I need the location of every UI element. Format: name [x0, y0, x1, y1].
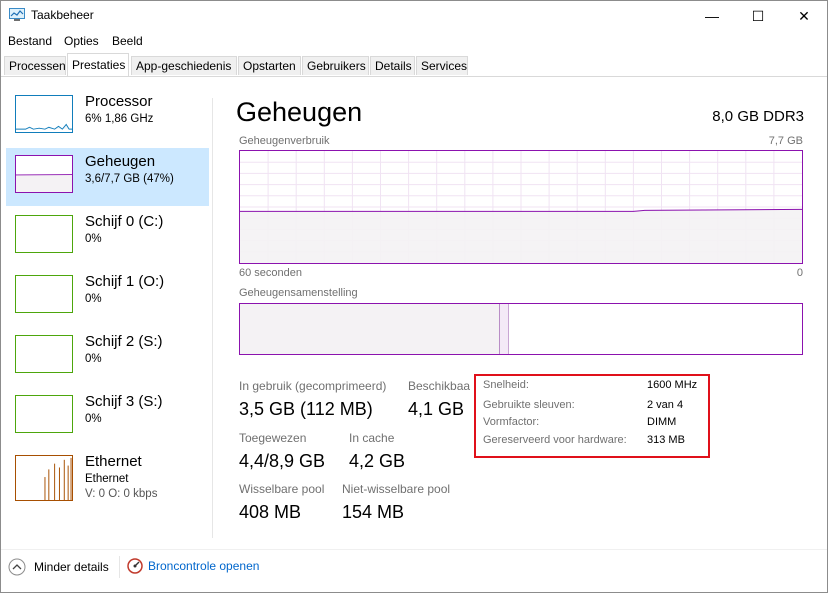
sidebar-item-geheugen[interactable]: Geheugen 3,6/7,7 GB (47%): [6, 148, 209, 206]
graph-time-left: 60 seconden: [239, 267, 302, 279]
form-factor-value: DIMM: [647, 416, 677, 428]
sidebar-item-value: 6% 1,86 GHz: [85, 113, 154, 125]
graph-time-right: 0: [796, 267, 803, 279]
sidebar-item-ethernet[interactable]: Ethernet Ethernet V: 0 O: 0 kbps: [6, 448, 209, 506]
chevron-up-icon: [8, 558, 26, 576]
sidebar-item-label: Schijf 0 (C:): [85, 213, 164, 230]
tab-opstarten[interactable]: Opstarten: [238, 56, 301, 75]
tab-services[interactable]: Services: [416, 56, 468, 75]
resource-monitor-icon: [127, 558, 143, 574]
ethernet-thumbnail: [15, 455, 73, 501]
cached-value: 4,2 GB: [349, 451, 406, 471]
disk-thumbnail: [15, 215, 73, 253]
sidebar-item-value: 0%: [85, 413, 102, 425]
tab-processen[interactable]: Processen: [4, 56, 66, 75]
sidebar-item-label: Schijf 3 (S:): [85, 393, 163, 410]
sidebar-item-label: Schijf 1 (O:): [85, 273, 165, 290]
tab-prestaties[interactable]: Prestaties: [67, 53, 129, 76]
task-manager-icon: [9, 8, 25, 21]
disk-thumbnail: [15, 275, 73, 313]
in-use-value: 3,5 GB (112 MB): [239, 399, 373, 419]
maximize-button[interactable]: ☐: [735, 1, 781, 31]
resource-monitor-label: Broncontrole openen: [148, 559, 260, 573]
sidebar-item-schijf-0[interactable]: Schijf 0 (C:) 0%: [6, 208, 209, 266]
sidebar-item-processor[interactable]: Processor 6% 1,86 GHz: [6, 88, 209, 146]
memory-thumbnail: [15, 155, 73, 193]
sidebar-item-throughput: V: 0 O: 0 kbps: [85, 488, 158, 500]
sidebar-divider: [212, 98, 213, 538]
nonpaged-pool-label: Niet-wisselbare pool: [342, 482, 451, 496]
composition-label: Geheugensamenstelling: [239, 287, 358, 299]
resource-monitor-link[interactable]: Broncontrole openen: [127, 558, 259, 574]
page-title: Geheugen: [236, 97, 363, 127]
usage-graph-max: 7,7 GB: [768, 135, 803, 147]
minimize-button[interactable]: —: [689, 1, 735, 31]
cached-label: In cache: [349, 431, 395, 445]
usage-area: [240, 209, 802, 263]
sidebar-item-label: Geheugen: [85, 153, 156, 170]
fewer-details-label: Minder details: [34, 560, 109, 574]
close-button[interactable]: ✕: [781, 1, 827, 31]
sidebar-item-schijf-2[interactable]: Schijf 2 (S:) 0%: [6, 328, 209, 386]
committed-label: Toegewezen: [239, 431, 307, 445]
sidebar-item-schijf-3[interactable]: Schijf 3 (S:) 0%: [6, 388, 209, 446]
fewer-details-button[interactable]: Minder details: [8, 558, 109, 576]
menu-bestand[interactable]: Bestand: [8, 34, 52, 48]
nonpaged-pool-value: 154 MB: [342, 502, 405, 522]
disk-thumbnail: [15, 395, 73, 433]
speed-value: 1600 MHz: [647, 379, 698, 391]
available-value: 4,1 GB: [408, 399, 465, 419]
tab-app-geschiedenis[interactable]: App-geschiedenis: [131, 56, 237, 75]
window-title: Taakbeheer: [31, 8, 94, 22]
sidebar-item-value: 0%: [85, 353, 102, 365]
tab-details[interactable]: Details: [370, 56, 415, 75]
sidebar-item-value: 3,6/7,7 GB (47%): [85, 173, 174, 185]
sidebar-item-adapter: Ethernet: [85, 473, 129, 485]
slots-value: 2 van 4: [647, 399, 684, 411]
menu-opties[interactable]: Opties: [64, 34, 99, 48]
composition-in-use: [240, 304, 500, 354]
reserved-label: Gereserveerd voor hardware:: [483, 434, 627, 446]
paged-pool-label: Wisselbare pool: [239, 482, 325, 496]
disk-thumbnail: [15, 335, 73, 373]
sidebar-item-label: Processor: [85, 93, 153, 110]
memory-spec: 8,0 GB DDR3: [712, 108, 804, 125]
sidebar-item-schijf-1[interactable]: Schijf 1 (O:) 0%: [6, 268, 209, 326]
reserved-value: 313 MB: [647, 434, 685, 446]
processor-thumbnail: [15, 95, 73, 133]
available-label: Beschikbaar: [408, 379, 470, 393]
menu-beeld[interactable]: Beeld: [112, 34, 143, 48]
minimize-icon: —: [705, 8, 719, 24]
sidebar-item-value: 0%: [85, 233, 102, 245]
usage-graph-label: Geheugenverbruik: [239, 135, 330, 147]
paged-pool-value: 408 MB: [239, 502, 302, 522]
slots-label: Gebruikte sleuven:: [483, 399, 575, 411]
footer-separator: [119, 556, 120, 578]
sidebar-item-label: Ethernet: [85, 453, 142, 470]
tab-gebruikers[interactable]: Gebruikers: [302, 56, 369, 75]
footer-divider: [1, 549, 827, 550]
close-icon: ✕: [798, 7, 810, 24]
sidebar-item-label: Schijf 2 (S:): [85, 333, 163, 350]
committed-value: 4,4/8,9 GB: [239, 451, 326, 471]
composition-modified: [500, 304, 509, 354]
memory-composition-bar: [239, 303, 803, 355]
maximize-icon: ☐: [751, 7, 765, 24]
sidebar-item-value: 0%: [85, 293, 102, 305]
memory-usage-graph: [239, 150, 803, 264]
speed-label: Snelheid:: [483, 379, 529, 391]
form-factor-label: Vormfactor:: [483, 416, 540, 428]
in-use-label: In gebruik (gecomprimeerd): [239, 379, 387, 393]
